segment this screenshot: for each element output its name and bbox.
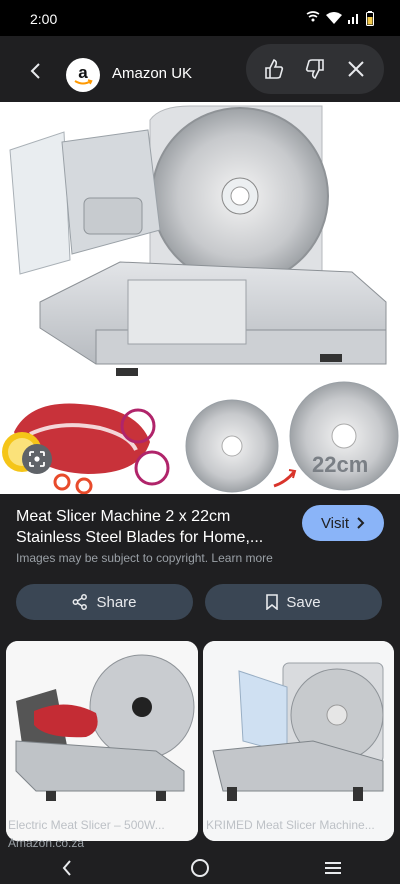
thumbs-up-icon: [265, 59, 284, 79]
back-button[interactable]: [22, 57, 50, 85]
nav-home-button[interactable]: [180, 856, 220, 880]
nav-menu-icon: [325, 862, 342, 874]
result-title[interactable]: Meat Slicer Machine 2 x 22cm Stainless S…: [16, 506, 292, 548]
nav-back-icon: [62, 860, 71, 876]
battery-icon: [366, 10, 374, 26]
system-nav-bar: [0, 852, 400, 884]
meat-slicer-illustration: [2, 105, 399, 494]
source-name[interactable]: Amazon UK: [112, 65, 192, 82]
top-bar: a Amazon UK: [0, 36, 400, 102]
related-caption[interactable]: Electric Meat Slicer – 500W...: [8, 818, 165, 832]
save-label: Save: [286, 593, 321, 611]
nav-home-icon: [190, 859, 209, 877]
chevron-right-icon: [357, 517, 365, 529]
status-time: 2:00: [30, 11, 58, 27]
signal-icon: [348, 14, 358, 24]
close-icon: [347, 61, 364, 77]
related-caption[interactable]: KRIMED Meat Slicer Machine...: [206, 818, 375, 832]
amazon-logo-mark: a: [74, 63, 93, 85]
wifi-icon: [326, 12, 342, 24]
save-button[interactable]: Save: [205, 584, 382, 620]
feedback-pill: [246, 44, 384, 94]
related-image: [203, 641, 394, 841]
visit-label: Visit: [320, 514, 350, 532]
copyright-notice[interactable]: Images may be subject to copyright. Lear…: [16, 551, 273, 565]
nav-recents-button[interactable]: [313, 856, 353, 880]
status-bar: 2:00: [0, 0, 400, 36]
share-button[interactable]: Share: [16, 584, 193, 620]
related-card[interactable]: [6, 641, 198, 841]
back-arrow-icon: [30, 63, 40, 79]
close-button[interactable]: [340, 53, 372, 85]
thumbs-down-button[interactable]: [299, 53, 331, 85]
bookmark-icon: [266, 594, 279, 610]
lens-icon: [29, 451, 45, 467]
wifi-call-icon: [306, 11, 320, 22]
blade-size-label: 22cm: [312, 452, 369, 477]
product-image[interactable]: 22cm: [0, 102, 400, 494]
share-label: Share: [96, 593, 137, 611]
visit-button[interactable]: Visit: [302, 505, 384, 541]
related-image: [6, 641, 198, 841]
svg-text:a: a: [78, 63, 88, 82]
thumbs-down-icon: [305, 59, 324, 79]
lens-button[interactable]: [22, 444, 52, 474]
related-source: Amazon.co.za: [8, 836, 85, 850]
status-icons: [305, 9, 374, 27]
share-icon: [73, 594, 88, 610]
related-card[interactable]: [203, 641, 394, 841]
amazon-logo[interactable]: a: [66, 58, 100, 92]
nav-back-button[interactable]: [47, 856, 87, 880]
thumbs-up-button[interactable]: [258, 53, 290, 85]
